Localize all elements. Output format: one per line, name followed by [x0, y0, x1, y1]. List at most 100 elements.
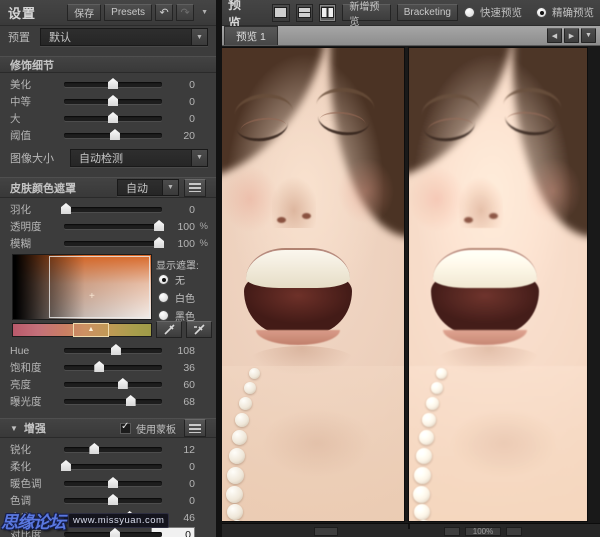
slider-row: 柔化0 — [0, 458, 216, 475]
undo-icon[interactable]: ↶ — [155, 4, 173, 21]
slider-thumb[interactable] — [61, 203, 71, 214]
radio-label: 无 — [175, 272, 185, 287]
radio-icon[interactable] — [158, 274, 169, 285]
slider-value: 0 — [169, 204, 195, 216]
save-button[interactable]: 保存 — [67, 4, 101, 21]
eyedropper-subtract-button[interactable] — [186, 321, 212, 338]
layout-single-button[interactable] — [272, 4, 289, 22]
preview-image-before[interactable] — [222, 48, 404, 521]
slider-row: 美化0 — [0, 76, 216, 93]
enhance-panel-menu-button[interactable] — [184, 419, 206, 437]
pearl-necklace — [222, 368, 276, 521]
chevron-down-icon[interactable]: ▼ — [162, 180, 178, 195]
slider-label: 模糊 — [10, 236, 60, 251]
hue-strip[interactable]: ▲ — [12, 323, 152, 337]
slider-thumb[interactable] — [154, 237, 164, 248]
panel-menu-icon — [189, 183, 201, 192]
image-size-label: 图像大小 — [10, 150, 54, 166]
slider-thumb[interactable] — [108, 494, 118, 505]
redo-icon[interactable]: ↷ — [176, 4, 194, 21]
radio-option[interactable]: 黑色 — [158, 308, 195, 322]
slider-track[interactable] — [64, 382, 162, 387]
display-mask-label: 显示遮罩: — [156, 257, 199, 272]
slider-thumb[interactable] — [126, 395, 136, 406]
slider-track[interactable] — [64, 116, 162, 121]
radio-label: 白色 — [175, 290, 195, 305]
radio-option[interactable]: 快速预览 — [464, 5, 522, 20]
slider-thumb[interactable] — [108, 112, 118, 123]
slider-thumb[interactable] — [108, 477, 118, 488]
section-header-skin-mask: 皮肤颜色遮罩 自动 ▼ — [0, 177, 216, 198]
zoom-in-button[interactable] — [506, 527, 522, 536]
preset-dropdown[interactable]: 默认 ▼ — [40, 28, 208, 46]
hue-selection-bracket[interactable]: ▲ — [73, 323, 109, 337]
panel-menu-caret-icon[interactable]: ▼ — [197, 9, 210, 16]
slider-thumb[interactable] — [110, 129, 120, 140]
slider-value: 108 — [169, 345, 195, 357]
use-mask-checkbox[interactable] — [120, 423, 131, 434]
image-size-dropdown[interactable]: 自动检测 ▼ — [70, 149, 208, 167]
slider-track[interactable] — [64, 399, 162, 404]
new-preview-button[interactable]: 新增预览 — [342, 4, 390, 21]
slider-thumb[interactable] — [111, 344, 121, 355]
preview-tab-bar: 预览 1 ◀ ▶ ▼ — [222, 26, 600, 46]
slider-track[interactable] — [64, 348, 162, 353]
mask-panel-menu-button[interactable] — [184, 179, 206, 197]
slider-track[interactable] — [64, 241, 162, 246]
slider-value: 100 — [169, 221, 195, 233]
slider-track[interactable] — [64, 447, 162, 452]
slider-thumb[interactable] — [118, 378, 128, 389]
layout-split-vertical-button[interactable] — [319, 4, 336, 22]
slider-thumb[interactable] — [108, 95, 118, 106]
laughing-mouth — [239, 242, 361, 344]
radio-icon[interactable] — [536, 7, 547, 18]
pan-tool-button[interactable] — [314, 527, 338, 536]
slider-thumb[interactable] — [94, 361, 104, 372]
radio-icon[interactable] — [158, 292, 169, 303]
preview-image-after[interactable] — [409, 48, 587, 521]
slider-track[interactable] — [64, 99, 162, 104]
slider-track[interactable] — [64, 481, 162, 486]
slider-thumb[interactable] — [108, 78, 118, 89]
mask-mode-dropdown[interactable]: 自动 ▼ — [117, 179, 179, 196]
slider-track[interactable] — [64, 207, 162, 212]
slider-row: 羽化0 — [0, 201, 216, 218]
slider-row: Hue108 — [0, 342, 216, 359]
bracketing-button[interactable]: Bracketing — [397, 4, 458, 21]
slider-track[interactable] — [64, 498, 162, 503]
color-gradient-box[interactable]: + — [12, 254, 152, 320]
slider-value: 46 — [169, 512, 195, 524]
tab-preview-1[interactable]: 预览 1 — [224, 26, 278, 45]
slider-track[interactable] — [64, 464, 162, 469]
slider-label: 饱和度 — [10, 360, 60, 375]
radio-label: 精确预览 — [552, 5, 594, 20]
collapse-triangle-icon[interactable]: ▼ — [10, 424, 18, 433]
chevron-down-icon[interactable]: ▼ — [191, 29, 207, 45]
display-mask-options: 无白色黑色 — [158, 272, 195, 322]
slider-value: 0 — [169, 96, 195, 108]
tab-list-dropdown-icon[interactable]: ▼ — [581, 28, 596, 43]
radio-icon[interactable] — [158, 310, 169, 321]
eyedropper-add-button[interactable] — [156, 321, 182, 338]
slider-thumb[interactable] — [61, 460, 71, 471]
radio-option[interactable]: 精确预览 — [536, 5, 594, 20]
portrait-photo — [222, 48, 404, 521]
color-selection-rect[interactable] — [49, 256, 150, 318]
detail-sliders: 美化0中等0大0阈值20 — [0, 73, 216, 144]
slider-track[interactable] — [64, 365, 162, 370]
slider-track[interactable] — [64, 224, 162, 229]
layout-split-horizontal-button[interactable] — [296, 4, 313, 22]
radio-icon[interactable] — [464, 7, 475, 18]
slider-thumb[interactable] — [89, 443, 99, 454]
tab-scroll-left-icon[interactable]: ◀ — [547, 28, 562, 43]
radio-option[interactable]: 无 — [158, 272, 195, 286]
zoom-out-button[interactable] — [444, 527, 460, 536]
slider-thumb[interactable] — [154, 220, 164, 231]
slider-value: 0 — [169, 461, 195, 473]
tab-scroll-right-icon[interactable]: ▶ — [564, 28, 579, 43]
slider-track[interactable] — [64, 133, 162, 138]
radio-option[interactable]: 白色 — [158, 290, 195, 304]
presets-button[interactable]: Presets — [104, 4, 152, 21]
chevron-down-icon[interactable]: ▼ — [191, 150, 207, 166]
slider-track[interactable] — [64, 82, 162, 87]
